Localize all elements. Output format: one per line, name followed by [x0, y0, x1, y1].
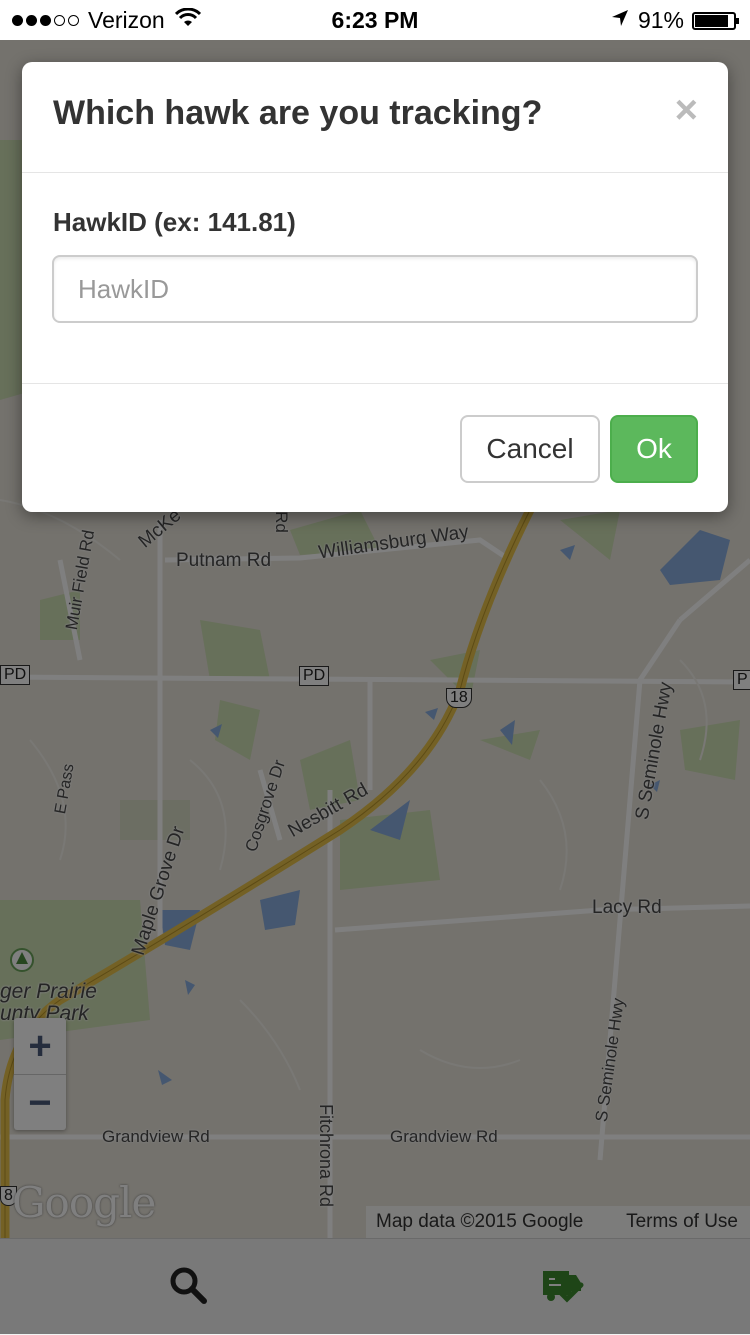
close-icon[interactable]: × [675, 90, 698, 130]
battery-icon [692, 11, 739, 30]
dialog-header: Which hawk are you tracking? × [22, 62, 728, 173]
cancel-button[interactable]: Cancel [460, 415, 600, 483]
dialog-footer: Cancel Ok [22, 384, 728, 512]
hawkid-label: HawkID (ex: 141.81) [53, 207, 296, 237]
status-bar: Verizon 6:23 PM 91% [0, 0, 750, 40]
hawk-dialog: Which hawk are you tracking? × HawkID (e… [22, 62, 728, 512]
battery-percent: 91% [637, 7, 684, 33]
dialog-title: Which hawk are you tracking? [53, 94, 543, 132]
status-right: 91% [610, 7, 739, 34]
dialog-body: HawkID (ex: 141.81) [22, 173, 728, 384]
location-arrow-icon [610, 7, 630, 34]
hawkid-input[interactable] [52, 255, 698, 323]
battery-fill [695, 14, 728, 27]
ok-button[interactable]: Ok [610, 415, 698, 483]
